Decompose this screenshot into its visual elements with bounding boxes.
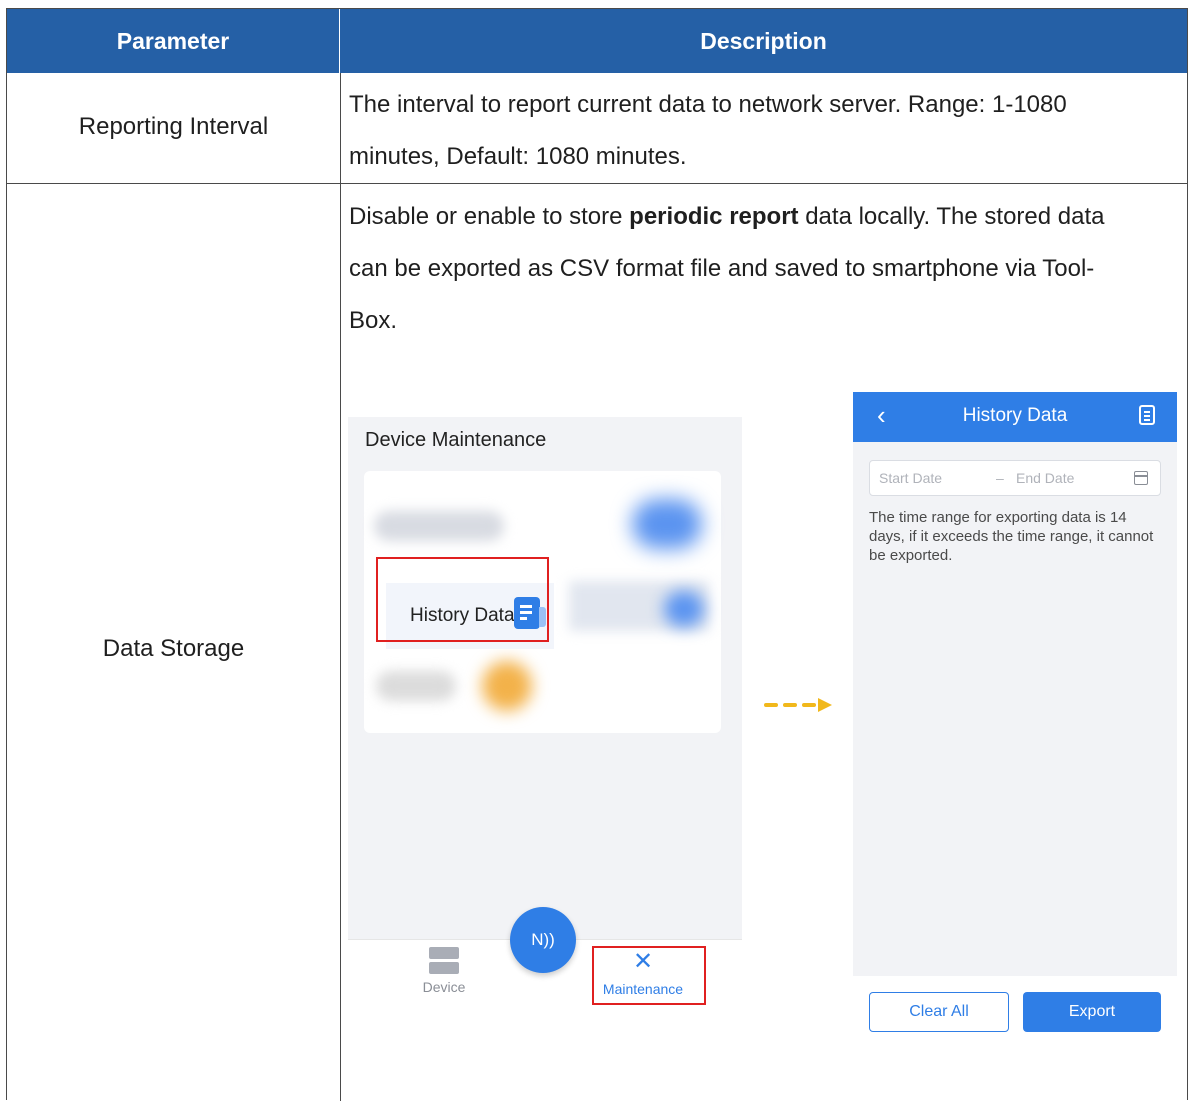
history-data-screenshot: ‹ History Data Start Date – End Date The… bbox=[853, 392, 1177, 1044]
header-description: Description bbox=[340, 9, 1187, 73]
desc-data-storage: Disable or enable to store periodic repo… bbox=[349, 203, 1105, 334]
button-row: Clear All Export bbox=[853, 976, 1177, 1044]
blurred-icon bbox=[632, 499, 702, 549]
device-maintenance-screenshot: Device Maintenance History Data N)) Devi… bbox=[348, 417, 742, 1008]
device-maintenance-title: Device Maintenance bbox=[365, 429, 547, 451]
server-icon bbox=[429, 947, 459, 975]
bold-periodic-report: periodic report bbox=[629, 203, 799, 230]
start-date-placeholder: Start Date bbox=[879, 470, 943, 486]
clear-all-button[interactable]: Clear All bbox=[869, 992, 1009, 1032]
dashed-arrow-icon bbox=[764, 698, 832, 712]
history-title: History Data bbox=[962, 405, 1068, 426]
highlight-history-data bbox=[376, 557, 549, 642]
export-range-note: The time range for exporting data is 14 … bbox=[869, 509, 1154, 564]
column-divider bbox=[340, 73, 341, 1101]
blurred-icon bbox=[482, 661, 532, 711]
date-range-input[interactable]: Start Date – End Date bbox=[869, 460, 1161, 496]
date-separator: – bbox=[996, 470, 1004, 486]
highlight-maintenance bbox=[592, 946, 706, 1005]
param-data-storage: Data Storage bbox=[102, 635, 245, 662]
export-button[interactable]: Export bbox=[1023, 992, 1161, 1032]
nav-device[interactable]: Device bbox=[416, 947, 472, 995]
param-reporting-interval: Reporting Interval bbox=[78, 113, 269, 140]
row-divider bbox=[7, 183, 1187, 184]
blurred-icon bbox=[664, 591, 704, 627]
end-date-placeholder: End Date bbox=[1016, 470, 1075, 486]
desc-reporting-interval: The interval to report current data to n… bbox=[349, 91, 1067, 170]
blurred-item bbox=[374, 511, 504, 541]
nfc-button[interactable]: N)) bbox=[510, 907, 576, 973]
document-icon[interactable] bbox=[1139, 405, 1155, 425]
history-topbar: ‹ History Data bbox=[853, 392, 1177, 442]
calendar-icon[interactable] bbox=[1134, 471, 1148, 485]
header-parameter: Parameter bbox=[7, 9, 340, 73]
nfc-icon: N)) bbox=[531, 930, 555, 949]
blurred-item bbox=[376, 671, 456, 701]
history-body: Start Date – End Date The time range for… bbox=[853, 442, 1177, 976]
